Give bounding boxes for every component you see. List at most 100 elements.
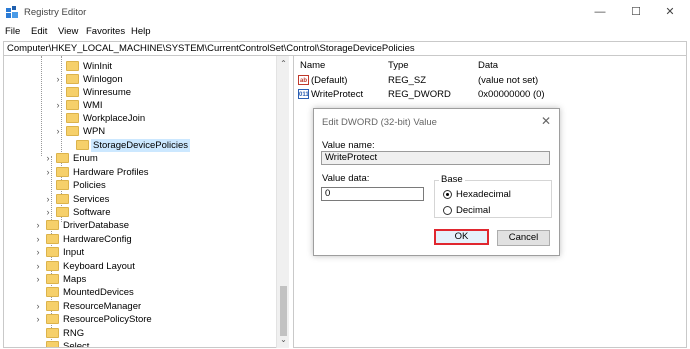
- tree-item-label: Hardware Profiles: [73, 167, 149, 178]
- tree-item[interactable]: › Winlogon: [4, 73, 274, 86]
- folder-icon: [66, 87, 79, 97]
- tree-item-label: WorkplaceJoin: [83, 113, 146, 124]
- expand-chevron-icon[interactable]: ›: [44, 167, 52, 177]
- expand-chevron-icon[interactable]: ›: [34, 220, 42, 230]
- expand-chevron-icon[interactable]: ›: [34, 247, 42, 257]
- value-name: WriteProtect: [311, 89, 364, 100]
- tree-item-label: Select: [63, 341, 90, 348]
- tree-item[interactable]: › Enum: [4, 152, 274, 165]
- folder-icon: [66, 61, 79, 71]
- tree-item-label: Input: [63, 247, 85, 258]
- tree-item-label: Winresume: [83, 87, 132, 98]
- folder-icon: [66, 113, 79, 123]
- expand-chevron-icon[interactable]: ›: [44, 153, 52, 163]
- folder-icon: [56, 180, 69, 190]
- expand-chevron-icon[interactable]: ›: [34, 314, 42, 324]
- value-data-field[interactable]: 0: [321, 187, 424, 201]
- tree-item[interactable]: RNG: [4, 327, 274, 340]
- folder-icon: [56, 167, 69, 177]
- tree-item[interactable]: MountedDevices: [4, 286, 274, 299]
- expand-chevron-icon[interactable]: ›: [54, 74, 62, 84]
- dialog-title: Edit DWORD (32-bit) Value: [322, 117, 437, 128]
- tree-item[interactable]: › WMI: [4, 99, 274, 112]
- dialog-close-icon[interactable]: ✕: [541, 114, 551, 128]
- hexadecimal-label[interactable]: Hexadecimal: [456, 189, 511, 200]
- value-name-field[interactable]: WriteProtect: [321, 151, 550, 165]
- column-header-data[interactable]: Data: [478, 60, 498, 71]
- menu-edit[interactable]: Edit: [31, 26, 47, 37]
- edit-dword-dialog: Edit DWORD (32-bit) Value ✕ Value name: …: [313, 108, 560, 256]
- folder-icon: [46, 341, 59, 347]
- folder-icon: [56, 153, 69, 163]
- tree-item[interactable]: Select: [4, 340, 274, 348]
- tree-item[interactable]: › DriverDatabase: [4, 219, 274, 232]
- folder-icon: [66, 74, 79, 84]
- folder-icon: [46, 287, 59, 297]
- folder-icon: [66, 100, 79, 110]
- tree-item[interactable]: › HardwareConfig: [4, 233, 274, 246]
- expand-chevron-icon[interactable]: ›: [44, 194, 52, 204]
- folder-icon: [46, 274, 59, 284]
- scrollbar-thumb[interactable]: [280, 286, 287, 336]
- address-path: Computer\HKEY_LOCAL_MACHINE\SYSTEM\Curre…: [7, 43, 415, 54]
- tree-item[interactable]: › Input: [4, 246, 274, 259]
- tree-item[interactable]: › Maps: [4, 273, 274, 286]
- folder-icon: [76, 140, 89, 150]
- expand-chevron-icon[interactable]: ›: [34, 274, 42, 284]
- tree-item[interactable]: › ResourceManager: [4, 300, 274, 313]
- menu-help[interactable]: Help: [131, 26, 151, 37]
- column-header-name[interactable]: Name: [300, 60, 325, 71]
- tree-item-label: Winlogon: [83, 74, 123, 85]
- expand-chevron-icon[interactable]: ›: [34, 261, 42, 271]
- expand-chevron-icon[interactable]: ›: [34, 234, 42, 244]
- tree-item[interactable]: › WPN: [4, 125, 274, 138]
- menu-view[interactable]: View: [58, 26, 78, 37]
- tree-item[interactable]: › Services: [4, 193, 274, 206]
- expand-chevron-icon[interactable]: ›: [54, 100, 62, 110]
- decimal-radio[interactable]: [443, 206, 452, 215]
- expand-chevron-icon[interactable]: ›: [44, 207, 52, 217]
- minimize-button[interactable]: —: [582, 0, 618, 24]
- menu-favorites[interactable]: Favorites: [86, 26, 125, 37]
- column-header-type[interactable]: Type: [388, 60, 409, 71]
- tree-item-label: Software: [73, 207, 111, 218]
- folder-icon: [46, 234, 59, 244]
- cancel-button[interactable]: Cancel: [497, 230, 550, 246]
- folder-icon: [46, 314, 59, 324]
- tree-item[interactable]: WinInit: [4, 60, 274, 73]
- tree-item-label: Maps: [63, 274, 87, 285]
- tree-item[interactable]: › Keyboard Layout: [4, 260, 274, 273]
- value-data-label: Value data:: [322, 173, 370, 184]
- value-name-label: Value name:: [322, 140, 375, 151]
- tree-item-label: Policies: [73, 180, 106, 191]
- tree-item[interactable]: WorkplaceJoin: [4, 112, 274, 125]
- value-name: (Default): [311, 75, 348, 86]
- menu-bar: File Edit View Favorites Help: [0, 24, 690, 40]
- close-button[interactable]: ✕: [652, 0, 688, 24]
- scroll-up-icon[interactable]: ⌃: [277, 58, 290, 70]
- menu-file[interactable]: File: [5, 26, 20, 37]
- tree-item[interactable]: Winresume: [4, 86, 274, 99]
- tree-item-label: Services: [73, 194, 110, 205]
- tree-item-label: WinInit: [83, 61, 113, 72]
- tree-item-label: ResourcePolicyStore: [63, 314, 152, 325]
- window-title: Registry Editor: [24, 7, 87, 18]
- expand-chevron-icon[interactable]: ›: [54, 126, 62, 136]
- address-bar[interactable]: Computer\HKEY_LOCAL_MACHINE\SYSTEM\Curre…: [3, 41, 687, 56]
- expand-chevron-icon[interactable]: ›: [34, 301, 42, 311]
- tree-item[interactable]: › Hardware Profiles: [4, 166, 274, 179]
- scroll-down-icon[interactable]: ⌄: [277, 334, 290, 346]
- maximize-button[interactable]: ☐: [618, 0, 654, 24]
- base-group-label: Base: [439, 174, 465, 185]
- ok-button[interactable]: OK: [434, 229, 489, 245]
- tree-item-label: StorageDevicePolicies: [91, 139, 191, 152]
- tree-item[interactable]: StorageDevicePolicies: [4, 139, 274, 152]
- tree-item[interactable]: Policies: [4, 179, 274, 192]
- value-data: 0x00000000 (0): [478, 89, 545, 100]
- tree-scrollbar[interactable]: ⌃ ⌄: [276, 56, 289, 348]
- hexadecimal-radio[interactable]: [443, 190, 452, 199]
- tree-item-label: ResourceManager: [63, 301, 142, 312]
- tree-item[interactable]: › ResourcePolicyStore: [4, 313, 274, 326]
- decimal-label[interactable]: Decimal: [456, 205, 490, 216]
- tree-item[interactable]: › Software: [4, 206, 274, 219]
